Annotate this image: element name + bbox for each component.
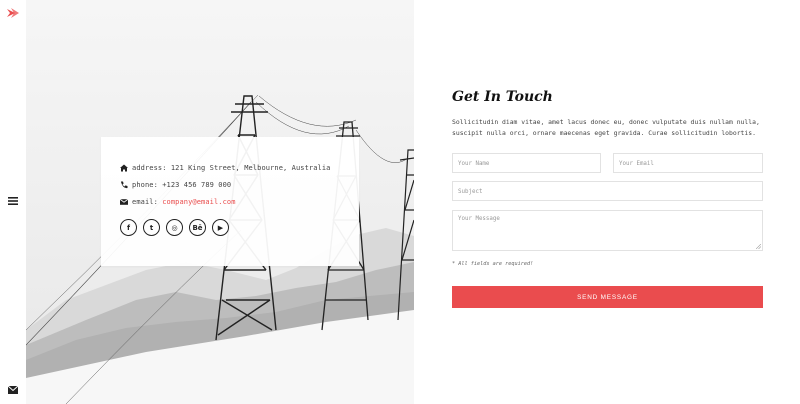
email-label: email: xyxy=(132,198,158,206)
subject-placeholder: Subject xyxy=(458,189,483,195)
home-icon xyxy=(120,164,128,172)
email-link[interactable]: company@email.com xyxy=(162,198,235,206)
hamburger-icon[interactable] xyxy=(8,196,18,206)
social-links: f t ◎ Bē ▶ xyxy=(120,219,229,236)
phone-row: phone: +123 456 789 000 xyxy=(120,181,231,189)
message-textarea[interactable]: Your Message xyxy=(452,210,763,251)
name-input[interactable]: Your Name xyxy=(452,153,601,173)
phone-icon xyxy=(121,181,128,189)
bird-logo-icon[interactable] xyxy=(6,6,20,20)
dribbble-icon[interactable]: ◎ xyxy=(166,219,183,236)
name-placeholder: Your Name xyxy=(458,161,490,167)
page-title: Get In Touch xyxy=(452,89,553,105)
address-label: address: xyxy=(132,164,167,172)
form-description: Sollicitudin diam vitae, amet lacus done… xyxy=(452,118,760,137)
facebook-icon[interactable]: f xyxy=(120,219,137,236)
contact-info-card: address: 121 King Street, Melbourne, Aus… xyxy=(101,137,359,266)
message-placeholder: Your Message xyxy=(458,216,500,222)
phone-value: +123 456 789 000 xyxy=(162,181,232,189)
email-row: email: company@email.com xyxy=(120,198,236,206)
subject-input[interactable]: Subject xyxy=(452,181,763,201)
sidebar xyxy=(0,0,27,404)
resize-handle-icon[interactable] xyxy=(756,244,761,249)
envelope-icon xyxy=(120,198,128,205)
address-row: address: 121 King Street, Melbourne, Aus… xyxy=(120,164,330,172)
behance-icon[interactable]: Bē xyxy=(189,219,206,236)
phone-label: phone: xyxy=(132,181,158,189)
envelope-icon[interactable] xyxy=(8,386,18,394)
required-note: * All fields are required! xyxy=(452,261,534,267)
email-placeholder: Your Email xyxy=(619,161,654,167)
twitter-icon[interactable]: t xyxy=(143,219,160,236)
email-input[interactable]: Your Email xyxy=(613,153,763,173)
youtube-icon[interactable]: ▶ xyxy=(212,219,229,236)
send-message-button[interactable]: SEND MESSAGE xyxy=(452,286,763,308)
address-value: 121 King Street, Melbourne, Australia xyxy=(170,164,331,172)
